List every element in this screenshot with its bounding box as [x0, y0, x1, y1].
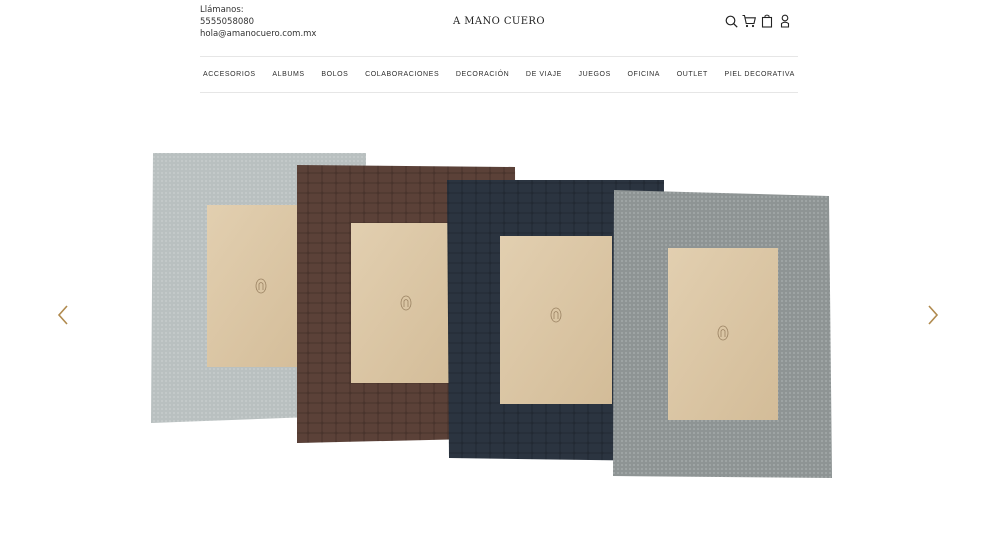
bag-icon[interactable]: [760, 13, 774, 29]
nav-item-colaboraciones[interactable]: COLABORACIONES: [365, 71, 439, 78]
cart-icon[interactable]: [742, 13, 756, 29]
nav-item-juegos[interactable]: JUEGOS: [578, 71, 610, 78]
nav-item-decoracion[interactable]: DECORACIÓN: [456, 71, 509, 78]
site-header: Llámanos: 5555058080 hola@amanocuero.com…: [200, 0, 798, 56]
nav-item-piel-decorativa[interactable]: PIEL DECORATIVA: [725, 71, 795, 78]
nav-item-albums[interactable]: ALBUMS: [272, 71, 304, 78]
site-logo[interactable]: A MANO CUERO: [200, 16, 798, 27]
contact-label: Llámanos:: [200, 5, 244, 15]
header-icons: [724, 13, 792, 29]
nav-item-de-viaje[interactable]: DE VIAJE: [526, 71, 562, 78]
nav-item-oficina[interactable]: OFICINA: [627, 71, 660, 78]
email-link[interactable]: hola@amanocuero.com.mx: [200, 28, 316, 40]
nav-item-bolos[interactable]: BOLOS: [321, 71, 348, 78]
nav-item-accesorios[interactable]: ACCESORIOS: [203, 71, 256, 78]
chevron-right-icon[interactable]: [927, 304, 939, 326]
hero-slider: [0, 93, 1000, 540]
search-icon[interactable]: [724, 13, 738, 29]
hero-image: [151, 153, 832, 478]
frame-gray-shagreen: [613, 190, 832, 478]
user-icon[interactable]: [778, 13, 792, 29]
chevron-left-icon[interactable]: [57, 304, 69, 326]
main-nav: ACCESORIOS ALBUMS BOLOS COLABORACIONES D…: [200, 57, 798, 92]
nav-item-outlet[interactable]: OUTLET: [677, 71, 708, 78]
